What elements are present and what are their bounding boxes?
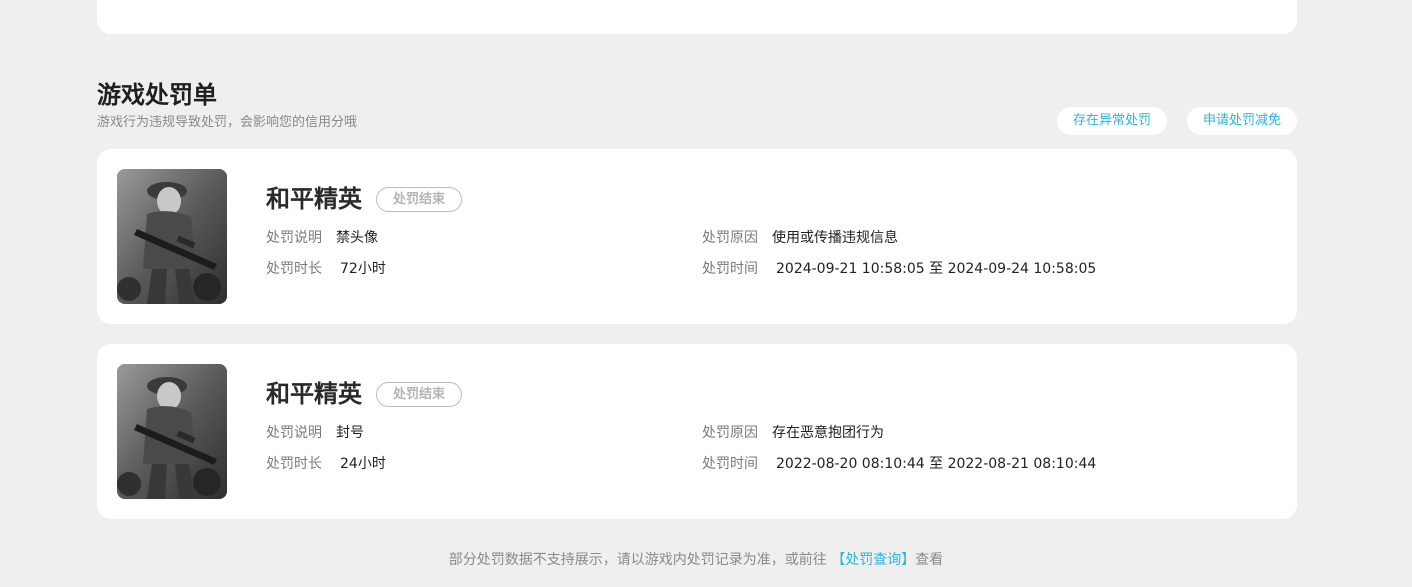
- penalty-page: 游戏处罚单 游戏行为违规导致处罚，会影响您的信用分哦 存在异常处罚 申请处罚减免: [0, 0, 1412, 587]
- penalty-query-link[interactable]: 【处罚查询】: [831, 552, 915, 568]
- penalty-description-label: 处罚说明: [266, 425, 322, 441]
- section-title: 游戏处罚单: [97, 81, 217, 109]
- footer-note: 部分处罚数据不支持展示，请以游戏内处罚记录为准，或前往 【处罚查询】查看: [0, 549, 1392, 571]
- penalty-duration: 处罚时长 24小时: [266, 454, 386, 474]
- game-thumbnail-image: [117, 364, 227, 499]
- penalty-record-card: 和平精英 处罚结束 处罚说明 封号 处罚时长 24小时 处罚原因 存在恶意抱团行为 处…: [97, 344, 1297, 519]
- penalty-duration: 处罚时长 72小时: [266, 259, 386, 279]
- section-subtitle: 游戏行为违规导致处罚，会影响您的信用分哦: [97, 115, 358, 130]
- penalty-time-value: 2024-09-21 10:58:05 至 2024-09-24 10:58:0…: [776, 261, 1097, 277]
- game-thumbnail: [117, 364, 227, 499]
- penalty-time-label: 处罚时间: [702, 261, 758, 277]
- status-badge: 处罚结束: [376, 187, 462, 212]
- game-thumbnail: [117, 169, 227, 304]
- penalty-description-value: 禁头像: [336, 230, 378, 246]
- game-name: 和平精英: [266, 185, 362, 213]
- penalty-description: 处罚说明 封号: [266, 423, 364, 443]
- previous-section-card: [97, 0, 1297, 34]
- penalty-reason: 处罚原因 使用或传播违规信息: [702, 228, 898, 248]
- penalty-description: 处罚说明 禁头像: [266, 228, 378, 248]
- footer-note-suffix: 查看: [915, 552, 944, 568]
- penalty-section-header: 游戏处罚单 游戏行为违规导致处罚，会影响您的信用分哦 存在异常处罚 申请处罚减免: [97, 78, 1297, 138]
- penalty-duration-label: 处罚时长: [266, 456, 322, 472]
- footer-note-prefix: 部分处罚数据不支持展示，请以游戏内处罚记录为准，或前往: [448, 552, 827, 568]
- penalty-time: 处罚时间 2022-08-20 08:10:44 至 2022-08-21 08:…: [702, 454, 1096, 474]
- penalty-record-card: 和平精英 处罚结束 处罚说明 禁头像 处罚时长 72小时 处罚原因 使用或传播违规信息…: [97, 149, 1297, 324]
- penalty-reason-value: 存在恶意抱团行为: [772, 425, 884, 441]
- penalty-time: 处罚时间 2024-09-21 10:58:05 至 2024-09-24 10:…: [702, 259, 1096, 279]
- penalty-reason-label: 处罚原因: [702, 425, 758, 441]
- penalty-duration-value: 72小时: [340, 261, 386, 277]
- penalty-reason: 处罚原因 存在恶意抱团行为: [702, 423, 884, 443]
- penalty-time-value: 2022-08-20 08:10:44 至 2022-08-21 08:10:4…: [776, 456, 1097, 472]
- abnormal-penalty-button[interactable]: 存在异常处罚: [1057, 107, 1167, 135]
- penalty-time-label: 处罚时间: [702, 456, 758, 472]
- game-thumbnail-image: [117, 169, 227, 304]
- status-badge: 处罚结束: [376, 382, 462, 407]
- penalty-reason-label: 处罚原因: [702, 230, 758, 246]
- penalty-description-label: 处罚说明: [266, 230, 322, 246]
- game-name: 和平精英: [266, 380, 362, 408]
- penalty-description-value: 封号: [336, 425, 364, 441]
- penalty-duration-value: 24小时: [340, 456, 386, 472]
- penalty-duration-label: 处罚时长: [266, 261, 322, 277]
- penalty-reason-value: 使用或传播违规信息: [772, 230, 898, 246]
- apply-reduction-button[interactable]: 申请处罚减免: [1187, 107, 1297, 135]
